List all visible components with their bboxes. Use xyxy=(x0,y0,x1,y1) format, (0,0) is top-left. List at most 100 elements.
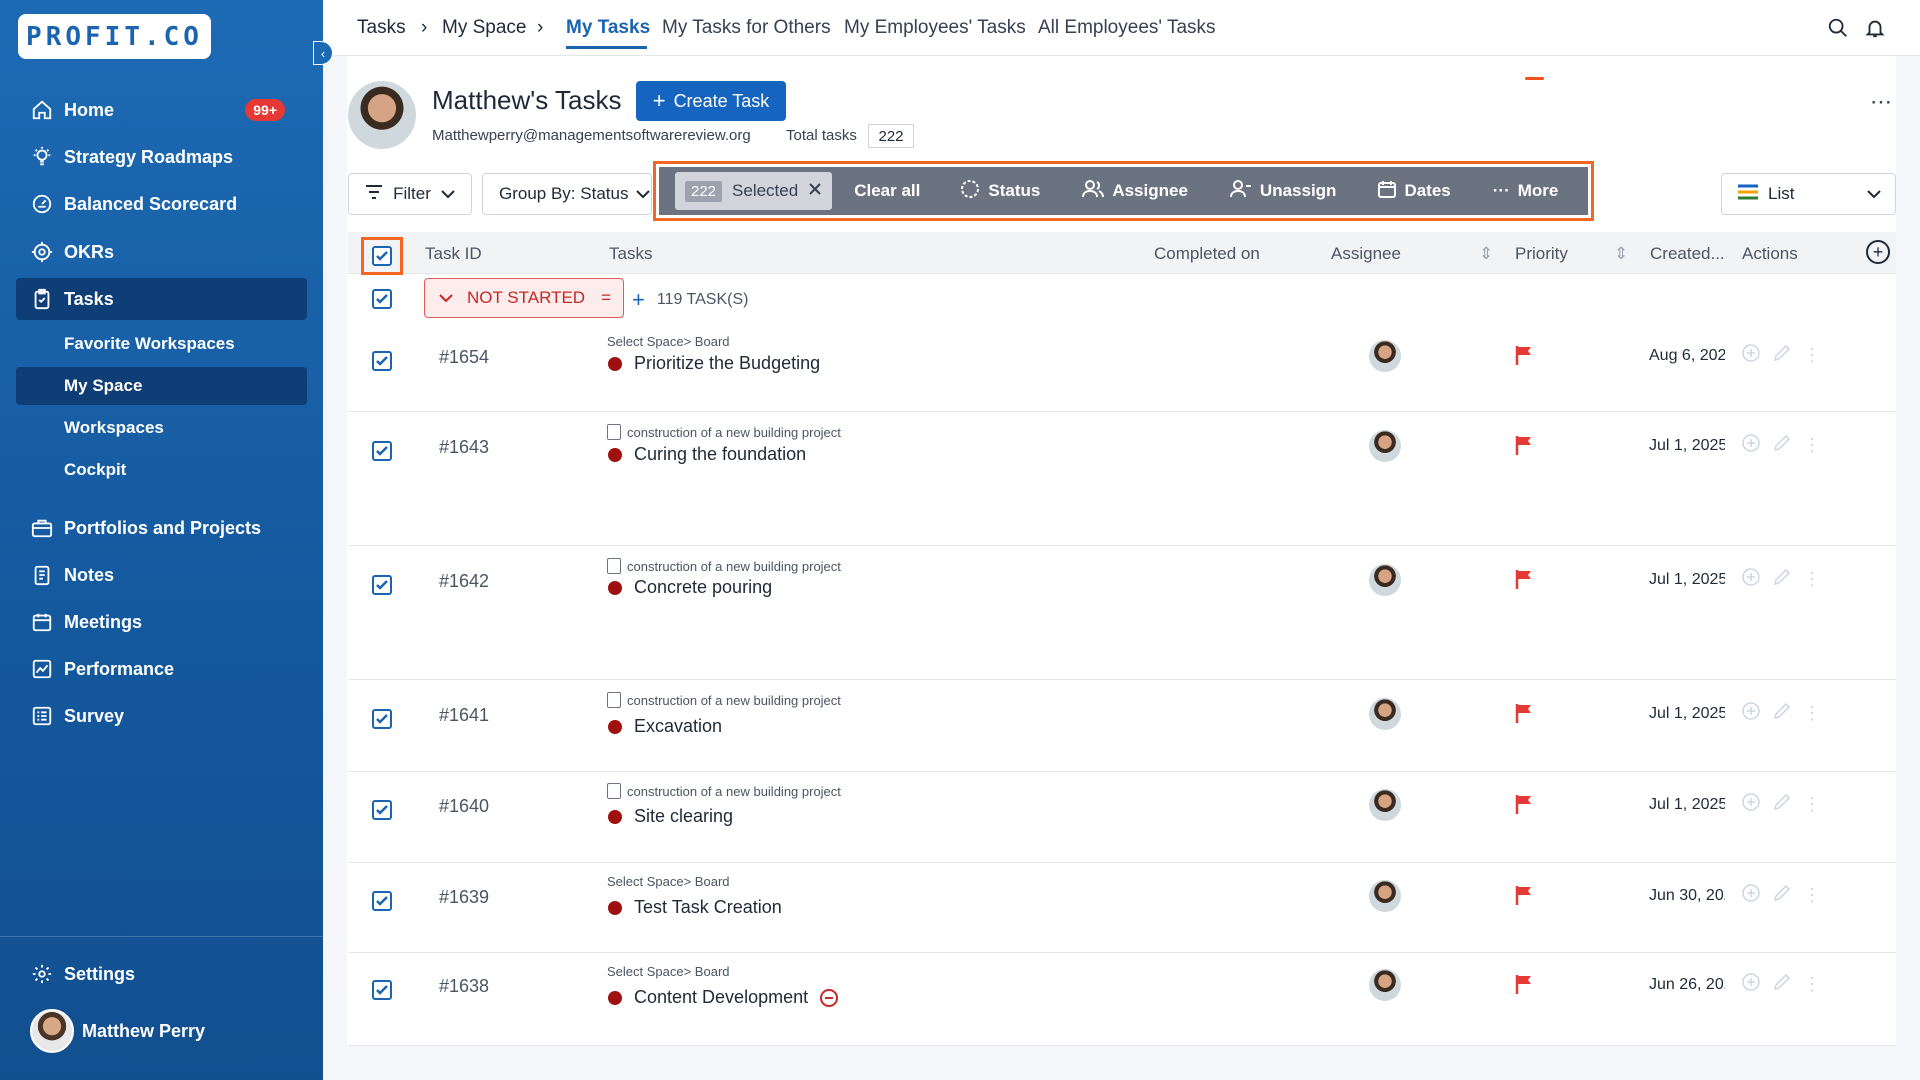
row-checkbox[interactable] xyxy=(372,351,392,371)
add-task-icon[interactable]: + xyxy=(632,289,645,311)
add-subtask-icon[interactable] xyxy=(1741,701,1761,726)
more-vertical-icon[interactable]: ⋮ xyxy=(1803,569,1821,590)
edit-icon[interactable] xyxy=(1773,702,1791,725)
more-options-icon[interactable]: ⋯ xyxy=(1870,89,1893,115)
table-row[interactable]: #1654 Select Space> Board Prioritize the B… xyxy=(348,324,1896,412)
sidebar-item-tasks[interactable]: Tasks xyxy=(16,278,307,320)
add-subtask-icon[interactable] xyxy=(1741,433,1761,458)
task-title[interactable]: Concrete pouring xyxy=(608,577,772,598)
task-id[interactable]: #1654 xyxy=(439,347,489,368)
sidebar-subitem-favorite-workspaces[interactable]: Favorite Workspaces xyxy=(16,325,307,363)
sort-icon[interactable]: ⇕ xyxy=(1614,244,1628,264)
bell-icon[interactable] xyxy=(1863,16,1887,40)
task-id[interactable]: #1638 xyxy=(439,976,489,997)
task-id[interactable]: #1642 xyxy=(439,571,489,592)
create-task-button[interactable]: + Create Task xyxy=(636,81,786,121)
assignee-avatar[interactable] xyxy=(1369,340,1401,372)
table-row[interactable]: #1643 construction of a new building proj… xyxy=(348,412,1896,546)
add-column-icon[interactable]: + xyxy=(1866,240,1890,264)
edit-icon[interactable] xyxy=(1773,973,1791,996)
assignee-avatar[interactable] xyxy=(1369,698,1401,730)
table-row[interactable]: #1638 Select Space> Board Content Developm… xyxy=(348,953,1896,1046)
user-profile[interactable]: Matthew Perry xyxy=(30,1009,205,1053)
close-icon[interactable] xyxy=(808,181,822,201)
table-row[interactable]: #1642 construction of a new building proj… xyxy=(348,546,1896,680)
sidebar-item-portfolios[interactable]: Portfolios and Projects xyxy=(16,507,307,549)
assignee-avatar[interactable] xyxy=(1369,430,1401,462)
filter-button[interactable]: Filter xyxy=(348,173,472,215)
task-title[interactable]: Test Task Creation xyxy=(608,897,782,918)
sort-icon[interactable]: ⇕ xyxy=(1479,244,1493,264)
sidebar-item-performance[interactable]: Performance xyxy=(16,648,307,690)
tab-all-employees-tasks[interactable]: All Employees' Tasks xyxy=(1038,17,1216,39)
tab-my-tasks-for-others[interactable]: My Tasks for Others xyxy=(662,17,831,39)
task-title[interactable]: Prioritize the Budgeting xyxy=(608,353,820,374)
sidebar-item-okrs[interactable]: OKRs xyxy=(16,231,307,273)
task-id[interactable]: #1640 xyxy=(439,796,489,817)
row-checkbox[interactable] xyxy=(372,575,392,595)
column-completed-on[interactable]: Completed on xyxy=(1154,244,1260,264)
edit-icon[interactable] xyxy=(1773,434,1791,457)
table-row[interactable]: #1640 construction of a new building proj… xyxy=(348,772,1896,863)
column-task-id[interactable]: Task ID xyxy=(425,244,482,264)
assignee-avatar[interactable] xyxy=(1369,564,1401,596)
row-checkbox[interactable] xyxy=(372,891,392,911)
task-title[interactable]: Excavation xyxy=(608,716,722,737)
more-vertical-icon[interactable]: ⋮ xyxy=(1803,435,1821,456)
column-assignee[interactable]: Assignee xyxy=(1331,244,1401,264)
sidebar-item-meetings[interactable]: Meetings xyxy=(16,601,307,643)
row-checkbox[interactable] xyxy=(372,800,392,820)
view-dropdown[interactable]: List xyxy=(1721,173,1896,215)
sidebar-item-strategy-roadmaps[interactable]: Strategy Roadmaps xyxy=(16,136,307,178)
sidebar-item-notes[interactable]: Notes xyxy=(16,554,307,596)
priority-flag-icon[interactable] xyxy=(1515,794,1533,819)
sidebar-subitem-my-space[interactable]: My Space xyxy=(16,367,307,405)
group-checkbox[interactable] xyxy=(372,289,392,309)
add-subtask-icon[interactable] xyxy=(1741,792,1761,817)
assignee-avatar[interactable] xyxy=(1369,789,1401,821)
clear-all-button[interactable]: Clear all xyxy=(854,181,920,201)
table-row[interactable]: #1641 construction of a new building proj… xyxy=(348,680,1896,772)
group-by-dropdown[interactable]: Group By: Status xyxy=(482,173,652,215)
row-checkbox[interactable] xyxy=(372,441,392,461)
column-created[interactable]: Created... xyxy=(1650,244,1725,264)
sidebar-item-balanced-scorecard[interactable]: Balanced Scorecard xyxy=(16,183,307,225)
search-icon[interactable] xyxy=(1826,16,1850,40)
priority-flag-icon[interactable] xyxy=(1515,345,1533,370)
sidebar-subitem-cockpit[interactable]: Cockpit xyxy=(16,451,307,489)
more-vertical-icon[interactable]: ⋮ xyxy=(1803,794,1821,815)
breadcrumb-tasks[interactable]: Tasks xyxy=(357,17,406,39)
priority-flag-icon[interactable] xyxy=(1515,974,1533,999)
sidebar-subitem-workspaces[interactable]: Workspaces xyxy=(16,409,307,447)
task-id[interactable]: #1641 xyxy=(439,705,489,726)
profit-co-logo[interactable]: PROFIT.CO xyxy=(18,14,211,59)
more-vertical-icon[interactable]: ⋮ xyxy=(1803,703,1821,724)
collapse-sidebar-button[interactable]: ‹ xyxy=(313,41,333,65)
dates-button[interactable]: Dates xyxy=(1378,180,1451,203)
add-subtask-icon[interactable] xyxy=(1741,883,1761,908)
edit-icon[interactable] xyxy=(1773,793,1791,816)
edit-icon[interactable] xyxy=(1773,344,1791,367)
task-id[interactable]: #1639 xyxy=(439,887,489,908)
priority-flag-icon[interactable] xyxy=(1515,435,1533,460)
row-checkbox[interactable] xyxy=(372,709,392,729)
task-title[interactable]: Site clearing xyxy=(608,806,733,827)
assignee-avatar[interactable] xyxy=(1369,880,1401,912)
more-vertical-icon[interactable]: ⋮ xyxy=(1803,345,1821,366)
tab-my-tasks[interactable]: My Tasks xyxy=(566,17,650,39)
breadcrumb-my-space[interactable]: My Space xyxy=(442,17,526,39)
add-subtask-icon[interactable] xyxy=(1741,567,1761,592)
blocked-icon[interactable] xyxy=(820,988,839,1007)
status-group-chip[interactable]: NOT STARTED = xyxy=(424,278,624,318)
more-vertical-icon[interactable]: ⋮ xyxy=(1803,974,1821,995)
row-checkbox[interactable] xyxy=(372,980,392,1000)
more-button[interactable]: ··· More xyxy=(1493,181,1559,201)
task-title[interactable]: Curing the foundation xyxy=(608,444,806,465)
task-id[interactable]: #1643 xyxy=(439,437,489,458)
column-priority[interactable]: Priority xyxy=(1515,244,1568,264)
task-title[interactable]: Content Development xyxy=(608,987,839,1008)
table-row[interactable]: #1639 Select Space> Board Test Task Creati… xyxy=(348,863,1896,953)
unassign-button[interactable]: Unassign xyxy=(1229,179,1336,203)
column-tasks[interactable]: Tasks xyxy=(609,244,652,264)
status-button[interactable]: Status xyxy=(960,179,1040,204)
